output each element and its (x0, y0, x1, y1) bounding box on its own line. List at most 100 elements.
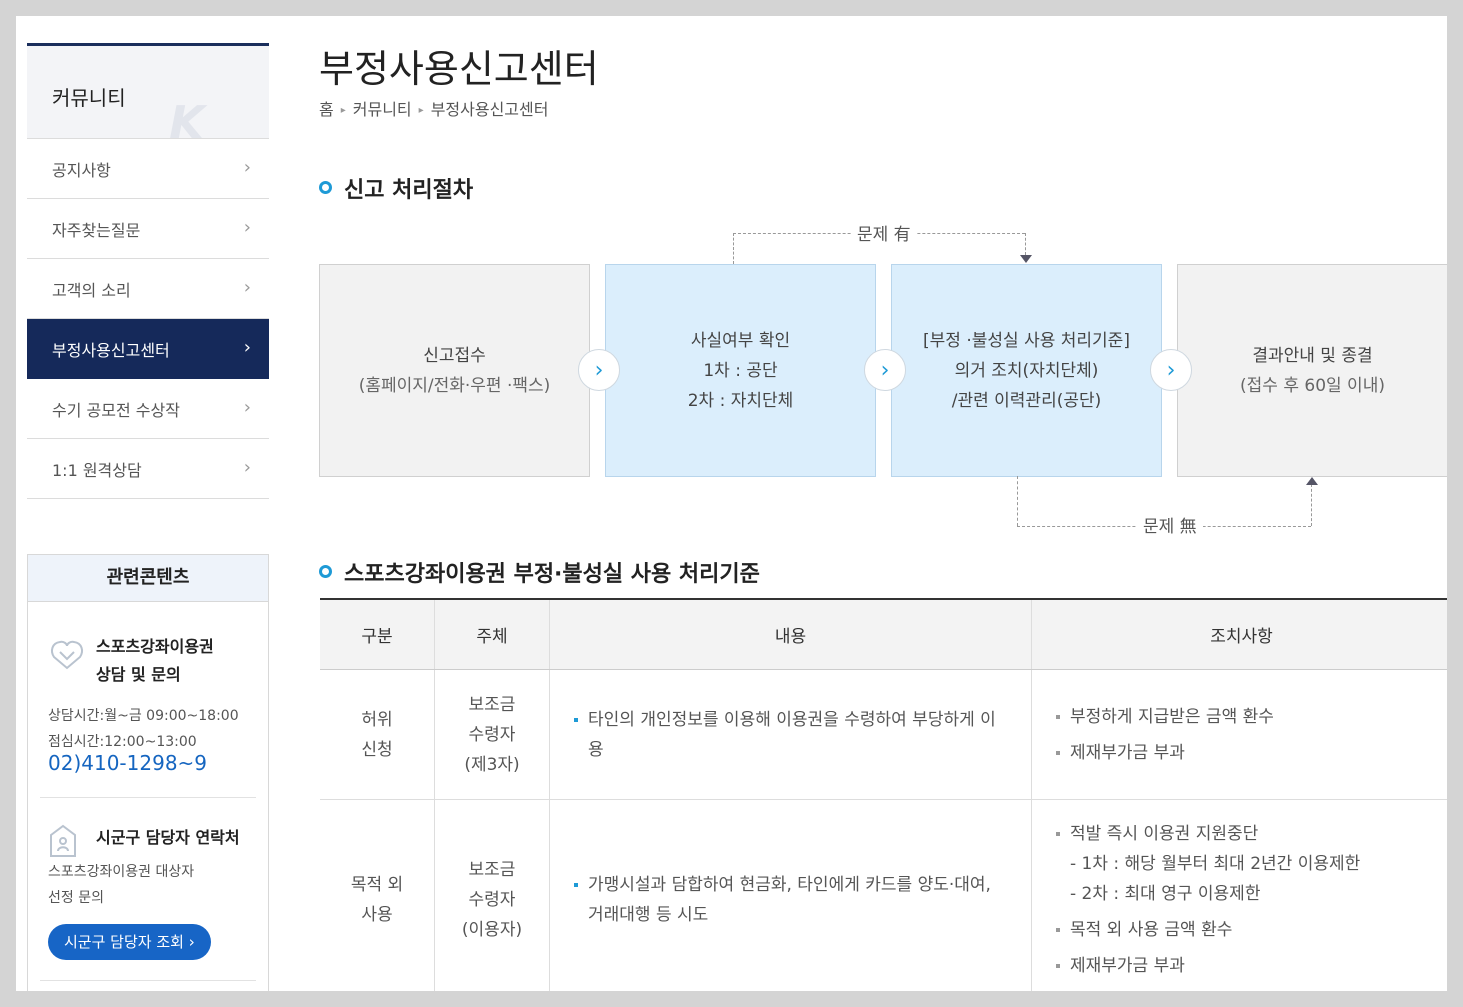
chevron-right-icon: › (243, 157, 251, 178)
consult-hours-text: 상담시간:월~금 09:00~18:00 (48, 708, 239, 724)
cell-category: 목적 외 사용 (320, 799, 435, 991)
table-row: 목적 외 사용 보조금 수령자 (이용자) 가맹시설과 담합하여 현금화, 타인… (320, 799, 1447, 991)
content-bullet: 타인의 개인정보를 이용해 이용권을 수령하여 부당하게 이용 (574, 705, 1007, 765)
sidebar-item-label: 수기 공모전 수상작 (52, 400, 180, 420)
chevron-right-icon: › (578, 349, 620, 391)
consult-title-1: 스포츠강좌이용권 (96, 637, 214, 656)
step-line: 2차 : 자치단체 (687, 390, 794, 411)
sidebar-item-notice[interactable]: 공지사항 › (27, 139, 269, 199)
cell-actions: 적발 즉시 이용권 지원중단 - 1차 : 해당 월부터 최대 2년간 이용제한… (1031, 799, 1447, 991)
dashed-connector (733, 233, 734, 264)
action-bullet: 부정하게 지급받은 금액 환수 (1056, 702, 1427, 732)
cell-line: 보조금 (468, 859, 516, 880)
sidebar-item-essay-winners[interactable]: 수기 공모전 수상작 › (27, 379, 269, 439)
col-header-actions: 조치사항 (1031, 599, 1447, 670)
district-contact-title: 시군구 담당자 연락처 (96, 828, 240, 847)
sidebar-item-label: 자주찾는질문 (52, 220, 141, 240)
related-contents-box: 관련콘텐츠 스포츠강좌이용권 상담 및 문의 상담시간:월~금 09:00~18… (27, 554, 269, 991)
page-frame: 커뮤니티 K 공지사항 › 자주찾는질문 › 고객의 소리 › 부정사용신고센터 › 수… (16, 16, 1447, 991)
section-title-text: 스포츠강좌이용권 부정·불성실 사용 처리기준 (344, 562, 760, 587)
step-line: (홈페이지/전화·우편 ·팩스) (358, 375, 551, 396)
arrow-down-icon (1020, 255, 1032, 263)
sidebar-item-faq[interactable]: 자주찾는질문 › (27, 199, 269, 259)
cell-content: 가맹시설과 담합하여 현금화, 타인에게 카드를 양도·대여, 거래대행 등 시… (549, 799, 1032, 991)
step-report-received: 신고접수 (홈페이지/전화·우편 ·팩스) (319, 264, 590, 477)
step-line: (접수 후 60일 이내) (1240, 375, 1385, 396)
step-line: [부정 ·불성실 사용 처리기준] (923, 330, 1130, 351)
cell-line: 목적 외 (350, 874, 404, 895)
page-title: 부정사용신고센터 (319, 47, 599, 91)
table-header-row: 구분 주체 내용 조치사항 (320, 599, 1447, 670)
step-line: 결과안내 및 종결 (1252, 345, 1373, 366)
breadcrumb-community[interactable]: 커뮤니티 (353, 100, 412, 119)
consult-hours: 상담시간:월~금 09:00~18:00 점심시간:12:00~13:00 (48, 703, 239, 755)
action-bullet: 제재부가금 부과 (1056, 951, 1427, 981)
chevron-right-icon: › (243, 277, 251, 298)
cell-line: 허위 (361, 709, 393, 730)
action-sub-line: - 1차 : 해당 월부터 최대 2년간 이용제한 (1070, 853, 1361, 874)
district-contact-desc: 스포츠강좌이용권 대상자 선정 문의 (48, 859, 248, 911)
bullet-circle-icon (319, 565, 332, 578)
step-line: 사실여부 확인 (690, 330, 791, 351)
step-line: 1차 : 공단 (703, 360, 778, 381)
divider (40, 797, 256, 798)
section-title-text: 신고 처리절차 (344, 178, 474, 203)
breadcrumb: 홈 ▸ 커뮤니티 ▸ 부정사용신고센터 (319, 96, 548, 120)
heart-chat-icon (51, 640, 83, 670)
consult-phone: 02)410-1298~9 (48, 751, 208, 775)
sidebar-menu: 공지사항 › 자주찾는질문 › 고객의 소리 › 부정사용신고센터 › 수기 공모전 수… (27, 139, 269, 499)
standards-table: 구분 주체 내용 조치사항 허위 신청 보조금 수령자 (제3자) 타인의 개인… (320, 598, 1447, 991)
sidebar-item-fraud-report[interactable]: 부정사용신고센터 › (27, 319, 269, 379)
breadcrumb-home[interactable]: 홈 (319, 100, 334, 119)
action-bullet: 적발 즉시 이용권 지원중단 (1056, 819, 1427, 849)
table-row: 허위 신청 보조금 수령자 (제3자) 타인의 개인정보를 이용해 이용권을 수… (320, 669, 1447, 800)
cell-subject: 보조금 수령자 (제3자) (434, 669, 550, 800)
cell-line: (이용자) (461, 919, 523, 940)
cell-line: 수령자 (468, 724, 516, 745)
sidebar-item-label: 부정사용신고센터 (52, 340, 170, 360)
district-contact: 시군구 담당자 연락처 (48, 823, 258, 857)
chevron-right-icon: › (243, 337, 251, 358)
breadcrumb-separator-icon: ▸ (340, 105, 346, 116)
sidebar-decoration-logo: K (169, 96, 205, 139)
cell-line: 신청 (361, 739, 393, 760)
step-action: [부정 ·불성실 사용 처리기준] 의거 조치(자치단체) /관련 이력관리(공… (891, 264, 1162, 477)
loop-label-problem: 문제 有 (851, 220, 917, 245)
sidebar-item-label: 공지사항 (52, 160, 111, 180)
district-desc-line1: 스포츠강좌이용권 대상자 (48, 864, 195, 880)
step-line: 의거 조치(자치단체) (954, 360, 1099, 381)
sidebar-header: 커뮤니티 K (27, 43, 269, 139)
dashed-connector (1017, 476, 1018, 526)
step-result: 결과안내 및 종결 (접수 후 60일 이내) (1177, 264, 1447, 477)
bullet-circle-icon (319, 181, 332, 194)
action-bullet: 목적 외 사용 금액 환수 (1056, 915, 1427, 945)
cell-actions: 부정하게 지급받은 금액 환수 제재부가금 부과 (1031, 669, 1447, 800)
action-bullet: 제재부가금 부과 (1056, 738, 1427, 768)
chevron-right-icon: › (1150, 349, 1192, 391)
chevron-right-icon: › (243, 457, 251, 478)
col-header-category: 구분 (320, 599, 435, 670)
chevron-right-icon: › (864, 349, 906, 391)
consult-info: 스포츠강좌이용권 상담 및 문의 (48, 633, 248, 689)
process-flow: 문제 有 신고접수 (홈페이지/전화·우편 ·팩스) 사실여부 확인 1차 : … (319, 216, 1447, 537)
district-lookup-button[interactable]: 시군구 담당자 조회 › (48, 924, 211, 960)
cell-line: 수령자 (468, 889, 516, 910)
cell-content: 타인의 개인정보를 이용해 이용권을 수령하여 부당하게 이용 (549, 669, 1032, 800)
cell-category: 허위 신청 (320, 669, 435, 800)
step-fact-check: 사실여부 확인 1차 : 공단 2차 : 자치단체 (605, 264, 876, 477)
divider (40, 980, 256, 981)
sidebar-title: 커뮤니티 (52, 86, 126, 110)
chevron-right-icon: › (243, 217, 251, 238)
col-header-subject: 주체 (434, 599, 550, 670)
action-sub-line: - 2차 : 최대 영구 이용제한 (1070, 883, 1261, 904)
col-header-content: 내용 (549, 599, 1032, 670)
step-line: /관련 이력관리(공단) (951, 390, 1102, 411)
chevron-right-icon: › (243, 397, 251, 418)
sidebar-item-remote-consult[interactable]: 1:1 원격상담 › (27, 439, 269, 499)
building-icon (50, 824, 76, 857)
sidebar-item-voice[interactable]: 고객의 소리 › (27, 259, 269, 319)
cell-line: 사용 (361, 904, 393, 925)
consult-title-2: 상담 및 문의 (96, 665, 181, 684)
cell-line: (제3자) (464, 754, 520, 775)
cell-subject: 보조금 수령자 (이용자) (434, 799, 550, 991)
